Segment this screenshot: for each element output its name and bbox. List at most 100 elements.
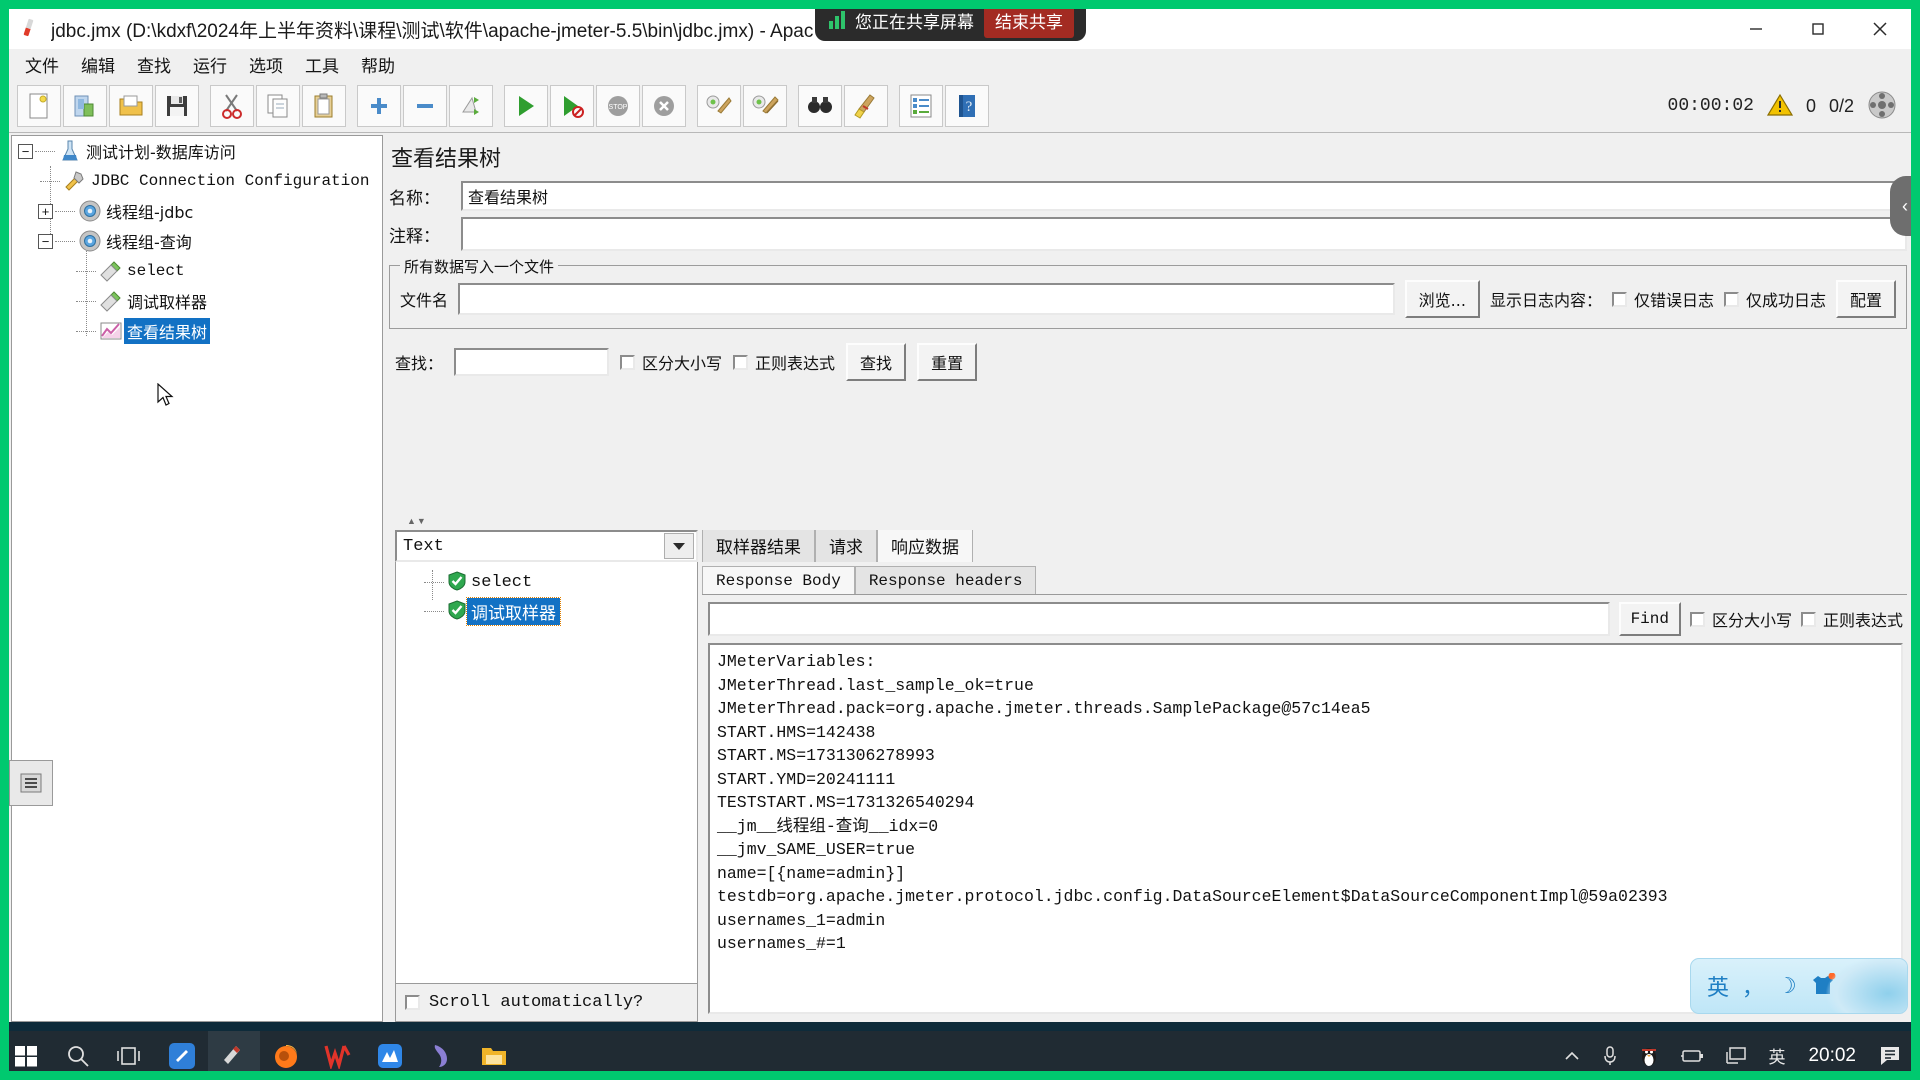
ime-moon-icon[interactable]: ☽ [1777, 974, 1797, 999]
filename-input[interactable] [458, 283, 1395, 315]
collapse-button[interactable] [403, 84, 447, 127]
warning-icon[interactable] [1766, 93, 1794, 120]
tree-node-test-plan[interactable]: − 测试计划-数据库访问 [12, 136, 382, 166]
subtab-response-headers[interactable]: Response headers [854, 566, 1037, 594]
ime-punctuation-icon[interactable]: ， [1742, 970, 1764, 1002]
start-button[interactable] [0, 1031, 52, 1080]
search-case-sensitive-checkbox[interactable]: 区分大小写 [620, 350, 722, 374]
help-button[interactable]: ? [945, 84, 989, 127]
find-case-sensitive-checkbox[interactable]: 区分大小写 [1689, 607, 1792, 631]
function-helper-button[interactable] [899, 84, 943, 127]
stop-button[interactable]: STOP [596, 84, 640, 127]
collapse-sidebar-handle[interactable]: ‹ [1890, 176, 1920, 236]
toggle-button[interactable] [449, 84, 493, 127]
close-button[interactable] [1849, 9, 1911, 49]
search-regex-checkbox[interactable]: 正则表达式 [733, 350, 835, 374]
comment-input[interactable] [461, 217, 1907, 251]
checkbox-box[interactable] [1723, 291, 1739, 307]
taskbar-clock[interactable]: 20:02 [1796, 1045, 1868, 1067]
tree-node-debug-sampler[interactable]: 调试取样器 [12, 286, 382, 316]
find-button[interactable]: Find [1618, 602, 1681, 636]
configure-button[interactable]: 配置 [1835, 280, 1896, 318]
result-node-debug-sampler[interactable]: 调试取样器 [396, 597, 697, 626]
shutdown-button[interactable] [642, 84, 686, 127]
menu-edit[interactable]: 编辑 [71, 49, 125, 80]
menu-options[interactable]: 选项 [239, 49, 293, 80]
tree-node-view-results-tree[interactable]: 查看结果树 [12, 316, 382, 346]
reset-search-button[interactable] [844, 84, 888, 127]
notification-icon[interactable] [1868, 1031, 1914, 1080]
open-button[interactable] [109, 84, 153, 127]
wps-app-icon[interactable] [312, 1031, 364, 1080]
search-icon[interactable] [52, 1031, 104, 1080]
start-no-pause-button[interactable] [550, 84, 594, 127]
result-node-select[interactable]: select [396, 568, 697, 597]
copy-button[interactable] [256, 84, 300, 127]
renderer-dropdown[interactable]: Text [395, 530, 698, 562]
minimize-button[interactable] [1725, 9, 1787, 49]
clear-button[interactable] [697, 84, 741, 127]
search-reset-button[interactable]: 重置 [917, 343, 978, 381]
sampler-results-tree[interactable]: select 调试取样器 [395, 562, 698, 984]
navicat-dolphin-icon[interactable] [416, 1031, 468, 1080]
checkbox-box[interactable] [1800, 611, 1816, 627]
find-regex-checkbox[interactable]: 正则表达式 [1800, 607, 1903, 631]
maximize-button[interactable] [1787, 9, 1849, 49]
chevron-down-icon[interactable] [664, 533, 694, 559]
start-button[interactable] [504, 84, 548, 127]
tab-response-data[interactable]: 响应数据 [877, 527, 973, 562]
stop-sharing-button[interactable]: 结束共享 [984, 2, 1074, 38]
tree-toggle-icon[interactable]: − [38, 233, 53, 249]
menu-search[interactable]: 查找 [127, 49, 181, 80]
checkbox-box[interactable] [405, 995, 420, 1010]
test-plan-tree[interactable]: − 测试计划-数据库访问 JDBC Connection Configurati… [11, 135, 383, 1022]
checkbox-box[interactable] [1689, 611, 1705, 627]
ime-mode-indicator[interactable]: 英 [1707, 970, 1729, 1002]
ime-floating-bar[interactable]: 英 ， ☽ [1690, 958, 1908, 1014]
editor-app-icon[interactable] [156, 1031, 208, 1080]
cut-button[interactable] [210, 84, 254, 127]
horizontal-splitter[interactable] [389, 516, 1907, 530]
find-input[interactable] [708, 602, 1610, 636]
xmind-app-icon[interactable] [364, 1031, 416, 1080]
successes-only-checkbox[interactable]: 仅成功日志 [1723, 287, 1826, 311]
errors-only-checkbox[interactable]: 仅错误日志 [1611, 287, 1714, 311]
menu-file[interactable]: 文件 [15, 49, 69, 80]
search-find-button[interactable]: 查找 [846, 343, 907, 381]
scroll-automatically-checkbox[interactable]: Scroll automatically? [395, 984, 698, 1022]
clear-all-button[interactable] [743, 84, 787, 127]
search-input[interactable] [454, 348, 610, 376]
ime-indicator[interactable]: 英 [1757, 1031, 1796, 1080]
tree-toggle-icon[interactable]: − [18, 143, 33, 159]
chevron-up-icon[interactable] [1553, 1031, 1591, 1080]
menu-run[interactable]: 运行 [183, 49, 237, 80]
subtab-response-body[interactable]: Response Body [702, 566, 855, 594]
checkbox-box[interactable] [733, 354, 749, 370]
search-button[interactable] [798, 84, 842, 127]
jmeter-app-icon[interactable] [208, 1031, 260, 1080]
checkbox-box[interactable] [620, 354, 636, 370]
browse-button[interactable]: 浏览... [1404, 280, 1480, 318]
microphone-icon[interactable] [1591, 1031, 1629, 1080]
checkbox-box[interactable] [1611, 291, 1627, 307]
expand-button[interactable] [357, 84, 401, 127]
menu-help[interactable]: 帮助 [351, 49, 405, 80]
penguin-icon[interactable] [1629, 1031, 1669, 1080]
tab-request[interactable]: 请求 [815, 527, 877, 562]
monitor-icon[interactable] [1715, 1031, 1757, 1080]
battery-icon[interactable] [1669, 1031, 1715, 1080]
tree-node-jdbc-config[interactable]: JDBC Connection Configuration [12, 166, 382, 196]
tree-node-select[interactable]: select [12, 256, 382, 286]
task-view-icon[interactable] [104, 1031, 156, 1080]
explorer-app-icon[interactable] [468, 1031, 520, 1080]
tab-sampler-result[interactable]: 取样器结果 [702, 527, 815, 562]
firefox-app-icon[interactable] [260, 1031, 312, 1080]
menu-tools[interactable]: 工具 [295, 49, 349, 80]
tree-node-thread-group-query[interactable]: − 线程组-查询 [12, 226, 382, 256]
new-button[interactable] [17, 84, 61, 127]
name-input[interactable]: 查看结果树 [461, 181, 1907, 211]
tree-toggle-icon[interactable]: + [38, 203, 53, 219]
tree-node-thread-group-jdbc[interactable]: + 线程组-jdbc [12, 196, 382, 226]
templates-button[interactable] [63, 84, 107, 127]
collapsed-panel-button[interactable] [9, 760, 53, 806]
